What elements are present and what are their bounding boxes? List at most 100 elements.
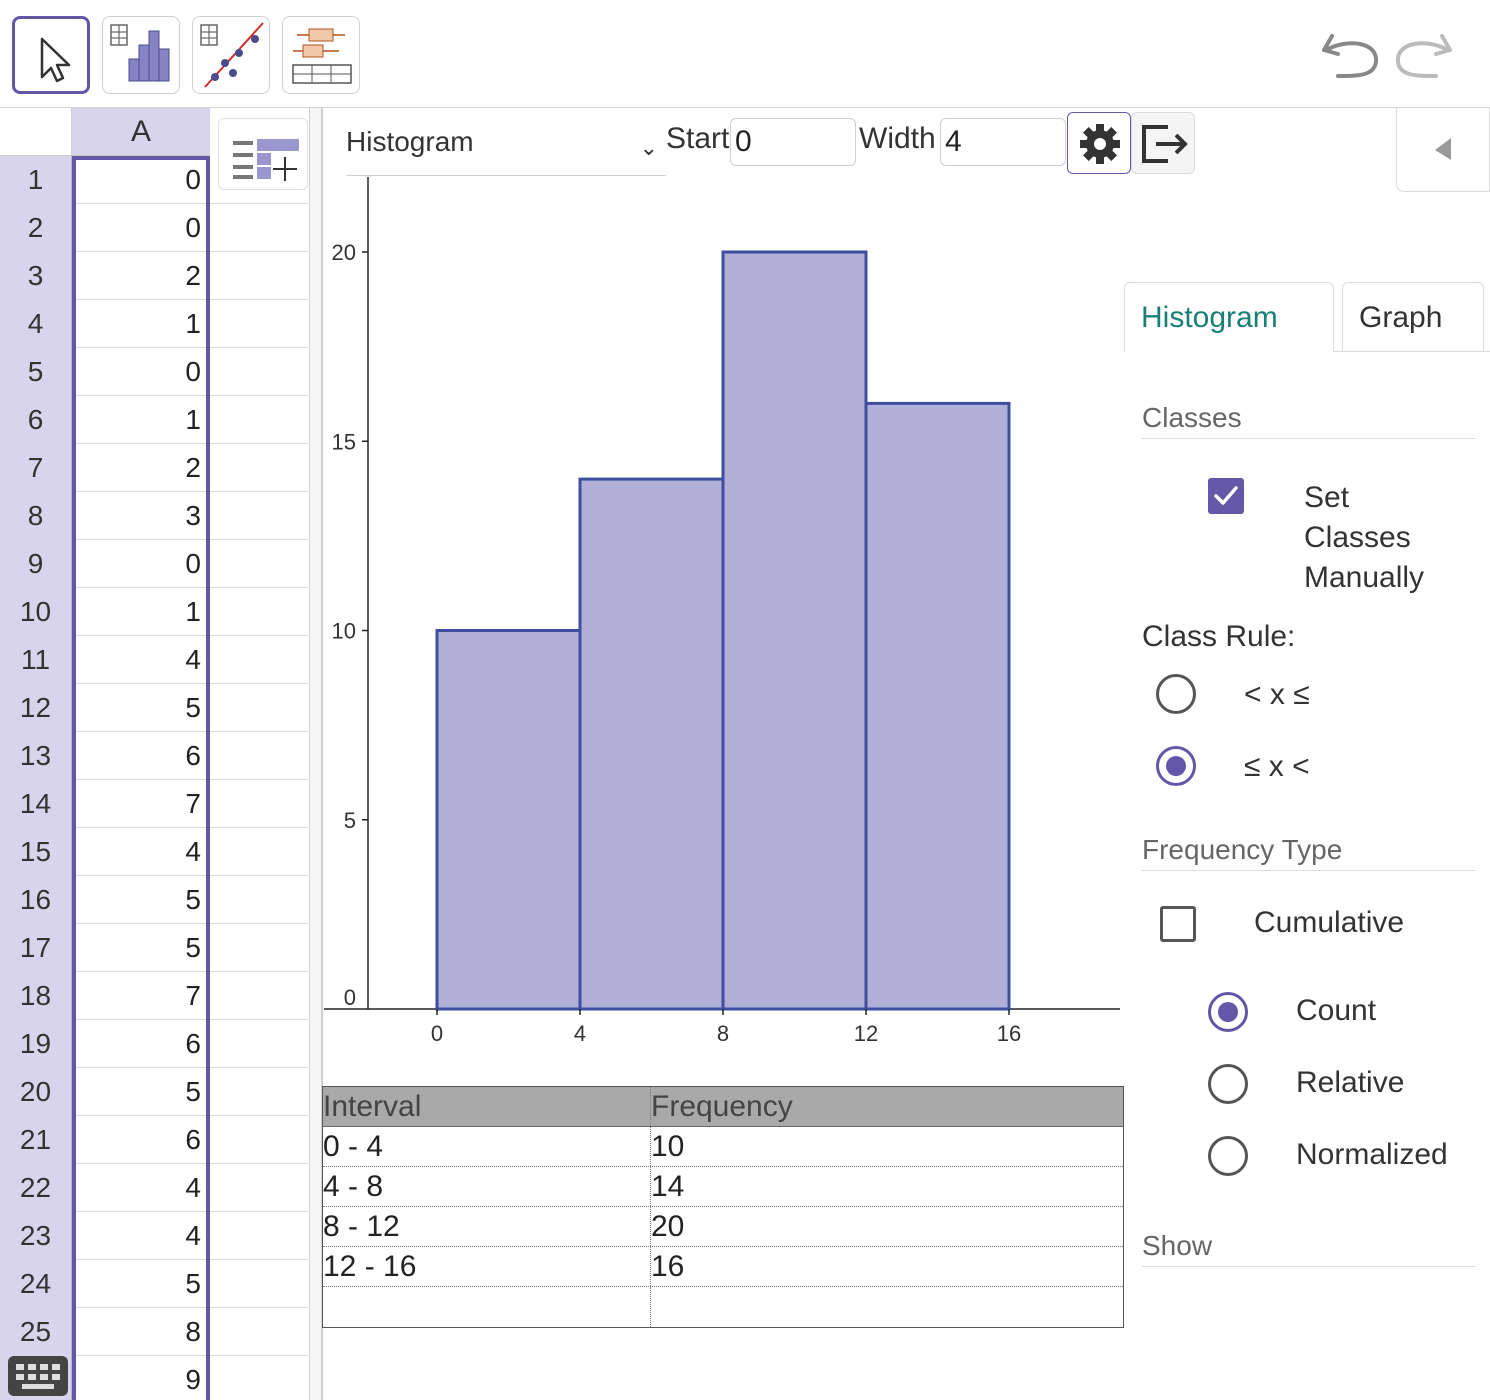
cell-a19[interactable]: 6 xyxy=(72,1020,210,1068)
sheet-row: 72 xyxy=(0,444,308,492)
cell-a9[interactable]: 0 xyxy=(72,540,210,588)
row-number[interactable]: 6 xyxy=(0,396,72,444)
row-number[interactable]: 17 xyxy=(0,924,72,972)
tab-graph[interactable]: Graph xyxy=(1342,282,1484,352)
cell-a1[interactable]: 0 xyxy=(72,156,210,204)
set-classes-manually-label: Set Classes Manually xyxy=(1304,481,1425,594)
frequency-cell: 20 xyxy=(651,1210,685,1243)
panel-divider[interactable] xyxy=(310,108,322,1400)
frequency-header: Frequency xyxy=(651,1090,793,1123)
cell-a16[interactable]: 5 xyxy=(72,876,210,924)
histogram-bar xyxy=(435,629,582,1011)
cell-a20[interactable]: 5 xyxy=(72,1068,210,1116)
row-number[interactable]: 2 xyxy=(0,204,72,252)
row-number[interactable]: 7 xyxy=(0,444,72,492)
cell-a25[interactable]: 8 xyxy=(72,1308,210,1356)
cell-a8[interactable]: 3 xyxy=(72,492,210,540)
cell-a21[interactable]: 6 xyxy=(72,1116,210,1164)
row-number[interactable]: 8 xyxy=(0,492,72,540)
cell-a6[interactable]: 1 xyxy=(72,396,210,444)
cell-a3[interactable]: 2 xyxy=(72,252,210,300)
toggle-options-button[interactable] xyxy=(1396,108,1490,192)
sheet-row: 50 xyxy=(0,348,308,396)
row-number[interactable]: 20 xyxy=(0,1068,72,1116)
frequency-table-row: 0 - 4 10 xyxy=(323,1127,1123,1167)
frequency-table-row: 8 - 12 20 xyxy=(323,1207,1123,1247)
row-number[interactable]: 22 xyxy=(0,1164,72,1212)
cell-a7[interactable]: 2 xyxy=(72,444,210,492)
row-number[interactable]: 5 xyxy=(0,348,72,396)
undo-icon[interactable] xyxy=(1318,28,1382,84)
cell-a13[interactable]: 6 xyxy=(72,732,210,780)
class-rule-radio-left-open[interactable] xyxy=(1156,674,1196,714)
keyboard-icon[interactable] xyxy=(8,1356,68,1396)
row-number[interactable]: 9 xyxy=(0,540,72,588)
cumulative-label: Cumulative xyxy=(1254,906,1405,939)
cell-a2[interactable]: 0 xyxy=(72,204,210,252)
y-tick-label: 10 xyxy=(332,619,356,644)
y-tick-label: 5 xyxy=(344,808,356,833)
settings-button[interactable] xyxy=(1067,112,1131,174)
cell-a22[interactable]: 4 xyxy=(72,1164,210,1212)
normalized-radio[interactable] xyxy=(1208,1136,1248,1176)
two-variable-regression-button[interactable] xyxy=(192,16,270,94)
row-number[interactable]: 14 xyxy=(0,780,72,828)
row-number[interactable]: 23 xyxy=(0,1212,72,1260)
one-variable-analysis-button[interactable] xyxy=(102,16,180,94)
frequency-cell: 16 xyxy=(651,1250,685,1283)
histogram-bar xyxy=(864,401,1011,1011)
caret-left-icon xyxy=(1435,138,1451,160)
row-number[interactable]: 13 xyxy=(0,732,72,780)
normalized-label: Normalized xyxy=(1296,1138,1448,1171)
cell-a15[interactable]: 4 xyxy=(72,828,210,876)
cell-a11[interactable]: 4 xyxy=(72,636,210,684)
chart-type-dropdown[interactable]: Histogram ⌄ xyxy=(346,120,666,176)
cumulative-checkbox[interactable] xyxy=(1160,906,1196,942)
class-rule-option-1: < x ≤ xyxy=(1244,678,1310,711)
row-number[interactable]: 15 xyxy=(0,828,72,876)
sheet-row: 22 4 xyxy=(0,1164,308,1212)
cell-a17[interactable]: 5 xyxy=(72,924,210,972)
scatter-plot-tool-icon xyxy=(200,22,264,88)
cell-a12[interactable]: 5 xyxy=(72,684,210,732)
y-tick-label: 15 xyxy=(332,429,356,454)
row-number[interactable]: 19 xyxy=(0,1020,72,1068)
sheet-row: 90 xyxy=(0,540,308,588)
tab-histogram[interactable]: Histogram xyxy=(1124,282,1334,352)
class-rule-radio-right-open[interactable] xyxy=(1156,746,1196,786)
sheet-row: 11 4 xyxy=(0,636,308,684)
cell-a23[interactable]: 4 xyxy=(72,1212,210,1260)
column-header-a[interactable]: A xyxy=(72,108,210,156)
count-radio[interactable] xyxy=(1208,992,1248,1032)
interval-cell: 0 - 4 xyxy=(323,1127,651,1166)
set-classes-manually-checkbox[interactable] xyxy=(1208,478,1244,514)
sheet-row: 12 5 xyxy=(0,684,308,732)
multiple-variable-analysis-button[interactable] xyxy=(282,16,360,94)
row-number[interactable]: 25 xyxy=(0,1308,72,1356)
cell-a4[interactable]: 1 xyxy=(72,300,210,348)
x-tick-label: 4 xyxy=(574,1021,586,1046)
cell-a14[interactable]: 7 xyxy=(72,780,210,828)
row-number[interactable]: 24 xyxy=(0,1260,72,1308)
export-button[interactable] xyxy=(1131,112,1195,174)
cell-a10[interactable]: 1 xyxy=(72,588,210,636)
row-number[interactable]: 21 xyxy=(0,1116,72,1164)
start-input[interactable]: 0 xyxy=(730,118,856,166)
row-number[interactable]: 1 xyxy=(0,156,72,204)
cell-a26[interactable]: 9 xyxy=(72,1356,210,1400)
row-number[interactable]: 16 xyxy=(0,876,72,924)
row-number[interactable]: 11 xyxy=(0,636,72,684)
y-tick-label: 0 xyxy=(344,985,356,1010)
relative-radio[interactable] xyxy=(1208,1064,1248,1104)
row-number[interactable]: 4 xyxy=(0,300,72,348)
redo-icon[interactable] xyxy=(1392,28,1456,84)
move-tool-button[interactable] xyxy=(12,16,90,94)
row-number[interactable]: 12 xyxy=(0,684,72,732)
cell-a24[interactable]: 5 xyxy=(72,1260,210,1308)
width-input[interactable]: 4 xyxy=(940,118,1066,166)
row-number[interactable]: 10 xyxy=(0,588,72,636)
cell-a5[interactable]: 0 xyxy=(72,348,210,396)
row-number[interactable]: 18 xyxy=(0,972,72,1020)
row-number[interactable]: 3 xyxy=(0,252,72,300)
cell-a18[interactable]: 7 xyxy=(72,972,210,1020)
